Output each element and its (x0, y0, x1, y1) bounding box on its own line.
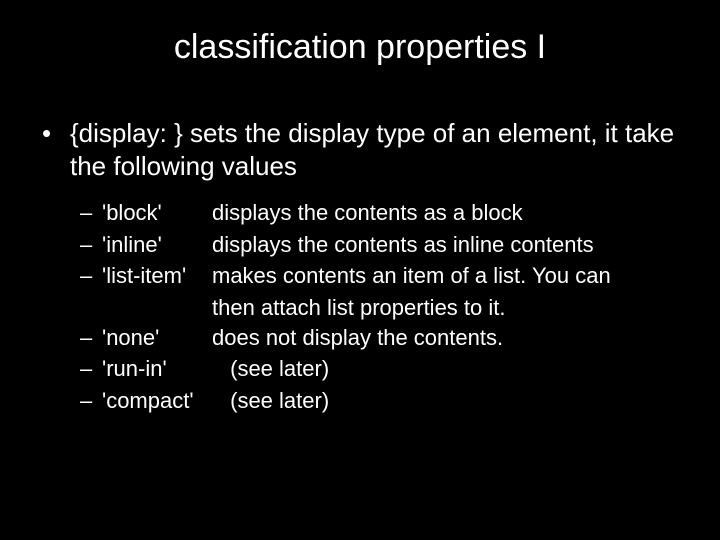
list-item: 'compact' (see later) (80, 386, 690, 416)
main-bullet: {display: } sets the display type of an … (42, 117, 690, 182)
term: 'list-item' (102, 261, 212, 291)
slide-title: classification properties I (30, 28, 690, 67)
list-item: 'inline'displays the contents as inline … (80, 230, 690, 260)
description: displays the contents as a block (212, 200, 523, 225)
list-item: 'none'does not display the contents. (80, 323, 690, 353)
description: does not display the contents. (212, 325, 503, 350)
description: makes contents an item of a list. You ca… (212, 263, 611, 288)
description-continuation: then attach list properties to it. (80, 293, 690, 323)
sub-list: 'block'displays the contents as a block … (80, 198, 690, 416)
list-item: 'block'displays the contents as a block (80, 198, 690, 228)
description: (see later) (224, 356, 329, 381)
slide: classification properties I {display: } … (0, 0, 720, 540)
term: 'run-in' (102, 354, 224, 384)
list-item: 'run-in' (see later) (80, 354, 690, 384)
term: 'block' (102, 198, 212, 228)
term: 'compact' (102, 386, 224, 416)
term: 'inline' (102, 230, 212, 260)
description: displays the contents as inline contents (212, 232, 594, 257)
list-item: 'list-item'makes contents an item of a l… (80, 261, 690, 291)
term: 'none' (102, 323, 212, 353)
description: (see later) (224, 388, 329, 413)
